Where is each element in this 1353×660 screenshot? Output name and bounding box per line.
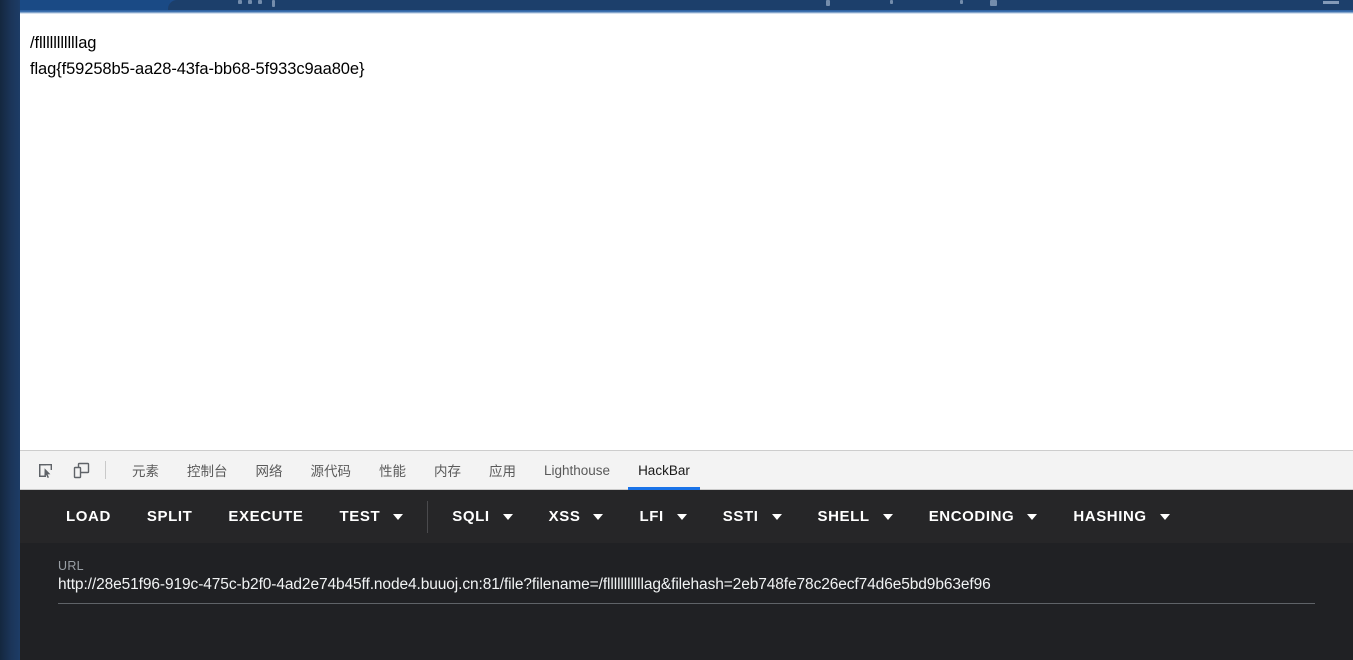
browser-tab-strip — [0, 0, 1353, 10]
devtools-tab-label: 元素 — [132, 464, 159, 479]
hackbar-button-label: ENCODING — [928, 508, 1015, 525]
hackbar-load-button[interactable]: LOAD — [48, 500, 129, 533]
chevron-down-icon — [771, 513, 782, 520]
devtools-tab-label: 源代码 — [310, 464, 352, 479]
devtools-tab-elements[interactable]: 元素 — [118, 451, 173, 490]
hackbar-button-label: LFI — [639, 508, 664, 525]
page-body-line-1: /flllllllllllag — [30, 34, 97, 52]
devtools-tab-console[interactable]: 控制台 — [173, 451, 242, 490]
hackbar-button-label: SPLIT — [146, 508, 193, 525]
tab-title-text-sliver — [238, 0, 242, 4]
devtools-tab-label: HackBar — [638, 462, 690, 478]
browser-window-left-edge — [0, 0, 20, 660]
hackbar-shell-menu[interactable]: SHELL — [800, 500, 911, 533]
page-body-line-2: flag{f59258b5-aa28-43fa-bb68-5f933c9aa80… — [30, 60, 365, 78]
tab-title-text-sliver — [258, 0, 262, 4]
devtools-tab-label: 应用 — [489, 464, 516, 479]
inspect-element-icon[interactable] — [31, 456, 59, 484]
hackbar-panel: LOAD SPLIT EXECUTE TEST SQLI XSS LFI SST… — [20, 490, 1353, 660]
hackbar-button-label: HASHING — [1073, 508, 1147, 525]
hackbar-xss-menu[interactable]: XSS — [531, 500, 622, 533]
hackbar-ssti-menu[interactable]: SSTI — [705, 500, 800, 533]
devtools-tab-label: 性能 — [379, 464, 406, 479]
browser-tab-inactive[interactable] — [20, 0, 170, 10]
devtools-tab-label: 控制台 — [187, 464, 228, 479]
hackbar-body: URL http://28e51f96-919c-475c-b2f0-4ad2e… — [20, 543, 1353, 660]
device-toolbar-icon[interactable] — [67, 456, 95, 484]
devtools-tab-hackbar[interactable]: HackBar — [624, 451, 704, 490]
devtools-tab-sources[interactable]: 源代码 — [297, 451, 366, 490]
hackbar-button-label: SHELL — [817, 508, 870, 525]
devtools-tab-label: 内存 — [434, 464, 461, 479]
hackbar-button-label: SSTI — [722, 508, 759, 525]
devtools-tab-label: Lighthouse — [544, 462, 611, 478]
window-minimize-button[interactable] — [1323, 1, 1339, 4]
hackbar-button-label: XSS — [548, 508, 581, 525]
url-input-underline — [58, 603, 1315, 604]
hackbar-button-label: LOAD — [66, 508, 111, 525]
hackbar-split-button[interactable]: SPLIT — [129, 500, 211, 533]
chevron-down-icon — [393, 513, 404, 520]
hackbar-hashing-menu[interactable]: HASHING — [1055, 500, 1187, 533]
chevron-down-icon — [1027, 513, 1038, 520]
hackbar-button-label: EXECUTE — [228, 508, 304, 525]
chevron-down-icon — [593, 513, 604, 520]
chevron-down-icon — [1159, 513, 1170, 520]
hackbar-encoding-menu[interactable]: ENCODING — [911, 500, 1056, 533]
tab-title-text-sliver — [272, 0, 275, 7]
hackbar-sqli-menu[interactable]: SQLI — [434, 500, 530, 533]
hackbar-button-label: SQLI — [452, 508, 490, 525]
hackbar-lfi-menu[interactable]: LFI — [621, 500, 704, 533]
tab-title-text-sliver — [890, 0, 893, 4]
devtools-tab-application[interactable]: 应用 — [475, 451, 530, 490]
hackbar-button-label: TEST — [339, 508, 381, 525]
browser-window: /flllllllllllag flag{f59258b5-aa28-43fa-… — [0, 0, 1353, 660]
devtools-tab-bar: 元素 控制台 网络 源代码 性能 内存 应用 Lighthouse HackBa… — [20, 450, 1353, 490]
url-input[interactable]: http://28e51f96-919c-475c-b2f0-4ad2e74b4… — [58, 576, 1315, 603]
tab-title-text-sliver — [990, 0, 997, 6]
hackbar-toolbar-divider — [427, 500, 429, 533]
browser-tab-active[interactable] — [168, 0, 1353, 10]
devtools-tab-memory[interactable]: 内存 — [420, 451, 475, 490]
devtools-toolbar-separator — [105, 461, 106, 479]
hackbar-toolbar: LOAD SPLIT EXECUTE TEST SQLI XSS LFI SST… — [20, 490, 1353, 543]
devtools-tab-network[interactable]: 网络 — [242, 451, 297, 490]
tab-title-text-sliver — [960, 0, 963, 4]
chevron-down-icon — [676, 513, 687, 520]
tab-title-text-sliver — [826, 0, 830, 6]
chevron-down-icon — [882, 513, 893, 520]
hackbar-test-menu[interactable]: TEST — [321, 500, 421, 533]
devtools-tab-lighthouse[interactable]: Lighthouse — [530, 451, 624, 490]
hackbar-execute-button[interactable]: EXECUTE — [210, 500, 321, 533]
chevron-down-icon — [502, 513, 513, 520]
url-field-label: URL — [58, 559, 84, 573]
page-viewport: /flllllllllllag flag{f59258b5-aa28-43fa-… — [20, 14, 1353, 450]
devtools-tab-performance[interactable]: 性能 — [365, 451, 420, 490]
devtools-tab-label: 网络 — [255, 464, 283, 479]
tab-title-text-sliver — [248, 0, 252, 4]
